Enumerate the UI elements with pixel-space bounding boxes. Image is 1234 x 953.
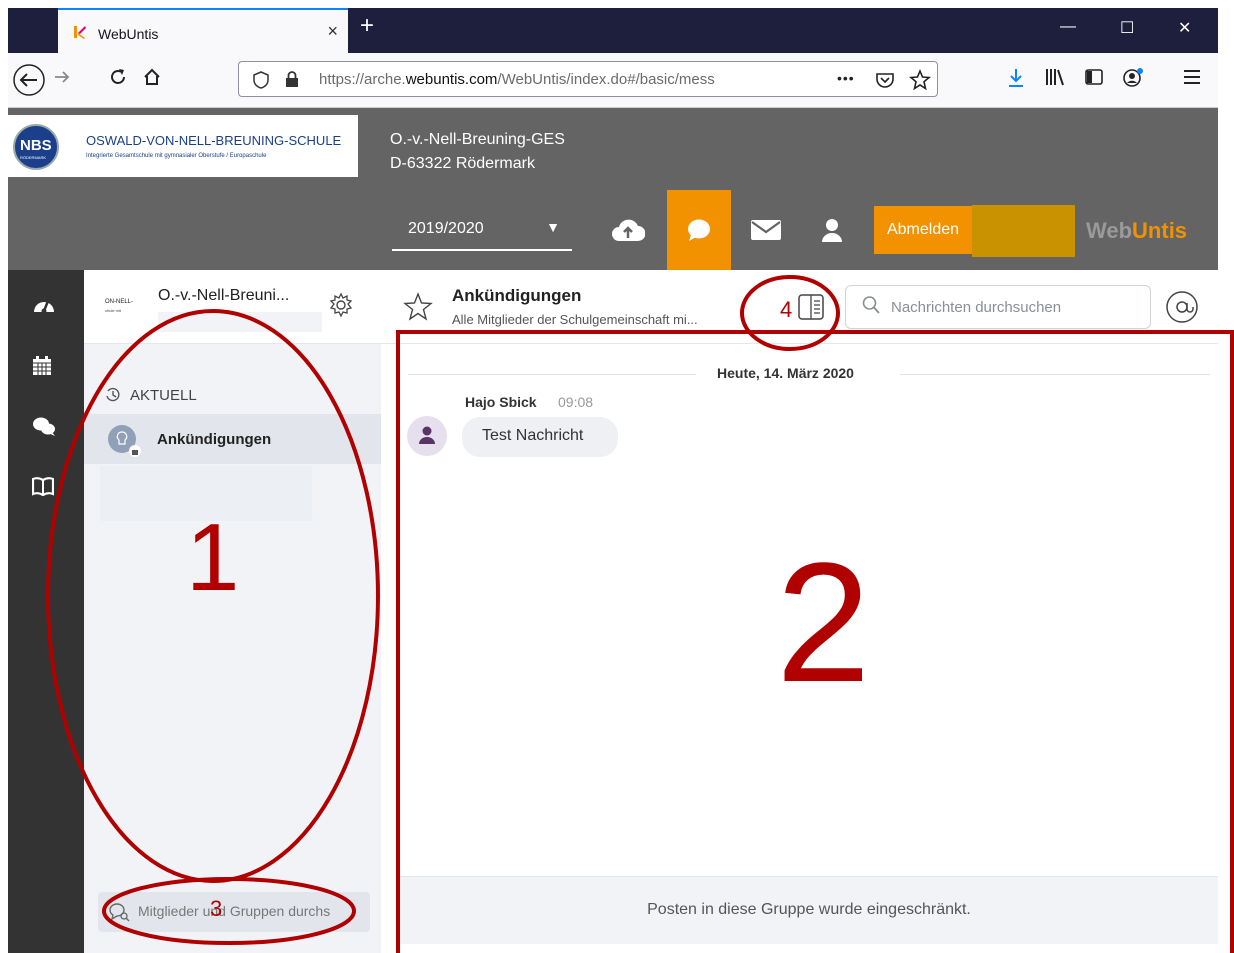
brand-web: Web [1086, 218, 1133, 243]
library-icon[interactable] [1044, 67, 1066, 87]
search-icon [862, 296, 880, 314]
date-separator: Heute, 14. März 2020 [717, 365, 854, 381]
account-icon[interactable] [1122, 67, 1144, 89]
lock-icon [286, 71, 298, 87]
maximize-button[interactable]: ☐ [1120, 18, 1134, 38]
member-search-placeholder: Mitglieder und Gruppen durchs [138, 903, 331, 919]
school-logo-small-line2: chule mit [105, 308, 122, 313]
url-prefix: https://arche. [319, 71, 406, 88]
school-year-value: 2019/2020 [408, 220, 484, 237]
mail-icon [751, 220, 781, 240]
brand-untis: Untis [1132, 218, 1188, 243]
calendar-icon[interactable] [32, 356, 52, 376]
book-icon[interactable] [32, 476, 54, 496]
tab-close-icon[interactable]: × [327, 21, 338, 42]
webuntis-brand: WebUntis [1086, 218, 1187, 244]
message-area: Heute, 14. März 2020 Hajo Sbick 09:08 Te… [400, 344, 1218, 876]
favorite-star-icon[interactable] [403, 292, 433, 322]
webuntis-favicon-icon [74, 26, 86, 39]
chevron-down-icon: ▼ [546, 219, 560, 235]
message-sender[interactable]: Hajo Sbick [465, 394, 537, 410]
chat-search-icon [109, 903, 130, 922]
school-name-line2: D-63322 Rödermark [390, 155, 535, 172]
messenger-button[interactable] [667, 190, 731, 270]
logo-title: OSWALD-VON-NELL-BREUNING-SCHULE [86, 133, 342, 148]
logout-button[interactable]: Abmelden [874, 206, 972, 254]
message-search-input[interactable]: Nachrichten durchsuchen [845, 285, 1151, 329]
message-text: Test Nachricht [482, 427, 584, 444]
school-name: O.-v.-Nell-Breuning-GES D-63322 Rödermar… [390, 128, 565, 176]
history-icon [106, 387, 120, 402]
conversation-list-panel [84, 270, 381, 953]
new-tab-button[interactable]: + [360, 14, 374, 38]
conversation-title: Ankündigungen [452, 286, 582, 305]
posting-restricted-text: Posten in diese Gruppe wurde eingeschrän… [647, 901, 971, 918]
logo-badge-text: NBS [20, 137, 52, 154]
page-actions-icon[interactable]: ••• [837, 70, 855, 86]
pocket-icon[interactable] [875, 70, 895, 90]
mentions-icon[interactable] [1165, 290, 1199, 324]
conversation-item-ankuendigungen[interactable]: Ankündigungen [84, 414, 381, 464]
school-short-name: O.-v.-Nell-Breuni... [158, 287, 290, 304]
url-path: /WebUntis/index.do#/basic/mess [497, 71, 715, 88]
close-window-button[interactable]: ✕ [1178, 18, 1191, 38]
user-icon [822, 219, 842, 242]
menu-icon[interactable] [1182, 67, 1202, 87]
user-avatar-icon [419, 426, 435, 444]
redacted-block [100, 466, 312, 521]
cloud-upload-icon [612, 219, 645, 241]
upload-button[interactable] [596, 190, 660, 270]
details-panel-icon[interactable] [797, 292, 825, 322]
user-name-block [972, 205, 1075, 257]
url-text: https://arche.webuntis.com/WebUntis/inde… [319, 71, 799, 88]
forward-icon[interactable] [52, 67, 72, 87]
school-year-select[interactable]: 2019/2020 ▼ [392, 207, 572, 251]
conversation-item-label: Ankündigungen [157, 431, 272, 448]
messages-icon[interactable] [32, 416, 56, 438]
message-bubble[interactable]: Test Nachricht [462, 417, 618, 457]
reload-icon[interactable] [108, 67, 128, 87]
school-switcher[interactable]: ON-NELL- chule mit O.-v.-Nell-Breuni... [84, 270, 381, 344]
dashboard-icon[interactable] [32, 294, 56, 316]
profile-button[interactable] [800, 190, 864, 270]
logo-badge-subtext: RÖDERMARK [20, 155, 47, 160]
logo-subtitle: Integrierte Gesamtschule mit gymnasialer… [86, 153, 267, 159]
sidebar-icon[interactable] [1084, 67, 1104, 87]
date-divider-right [900, 374, 1210, 375]
sender-avatar[interactable] [407, 416, 447, 456]
browser-tab[interactable]: WebUntis × [58, 8, 348, 53]
date-divider-left [408, 374, 696, 375]
redacted-field [158, 312, 322, 332]
posting-restricted-footer: Posten in diese Gruppe wurde eingeschrän… [400, 876, 1218, 944]
message-search-placeholder: Nachrichten durchsuchen [891, 299, 1062, 316]
url-domain: webuntis.com [405, 71, 498, 88]
message-time: 09:08 [558, 394, 594, 410]
browser-tab-title: WebUntis [98, 26, 159, 42]
chat-bubble-icon [688, 219, 710, 241]
settings-gear-icon[interactable] [328, 292, 354, 318]
conversation-subtitle: Alle Mitglieder der Schulgemeinschaft mi… [452, 312, 698, 327]
browser-toolbar: https://arche.webuntis.com/WebUntis/inde… [8, 53, 1218, 108]
home-icon[interactable] [142, 67, 162, 87]
school-logo[interactable]: NBS RÖDERMARK OSWALD-VON-NELL-BREUNING-S… [8, 115, 358, 177]
back-icon[interactable] [12, 63, 46, 97]
section-label-current: AKTUELL [130, 387, 197, 404]
school-logo-small-line1: ON-NELL- [105, 299, 134, 305]
member-search-input[interactable]: Mitglieder und Gruppen durchs [98, 892, 370, 932]
announcement-group-icon [108, 425, 141, 457]
bookmark-star-icon[interactable] [909, 69, 931, 91]
school-name-line1: O.-v.-Nell-Breuning-GES [390, 131, 565, 148]
app-nav-sidebar [8, 270, 84, 953]
mail-button[interactable] [734, 190, 798, 270]
address-bar[interactable]: https://arche.webuntis.com/WebUntis/inde… [238, 61, 938, 97]
minimize-button[interactable]: — [1060, 18, 1076, 36]
download-icon[interactable] [1006, 67, 1026, 89]
shield-icon [253, 71, 269, 89]
